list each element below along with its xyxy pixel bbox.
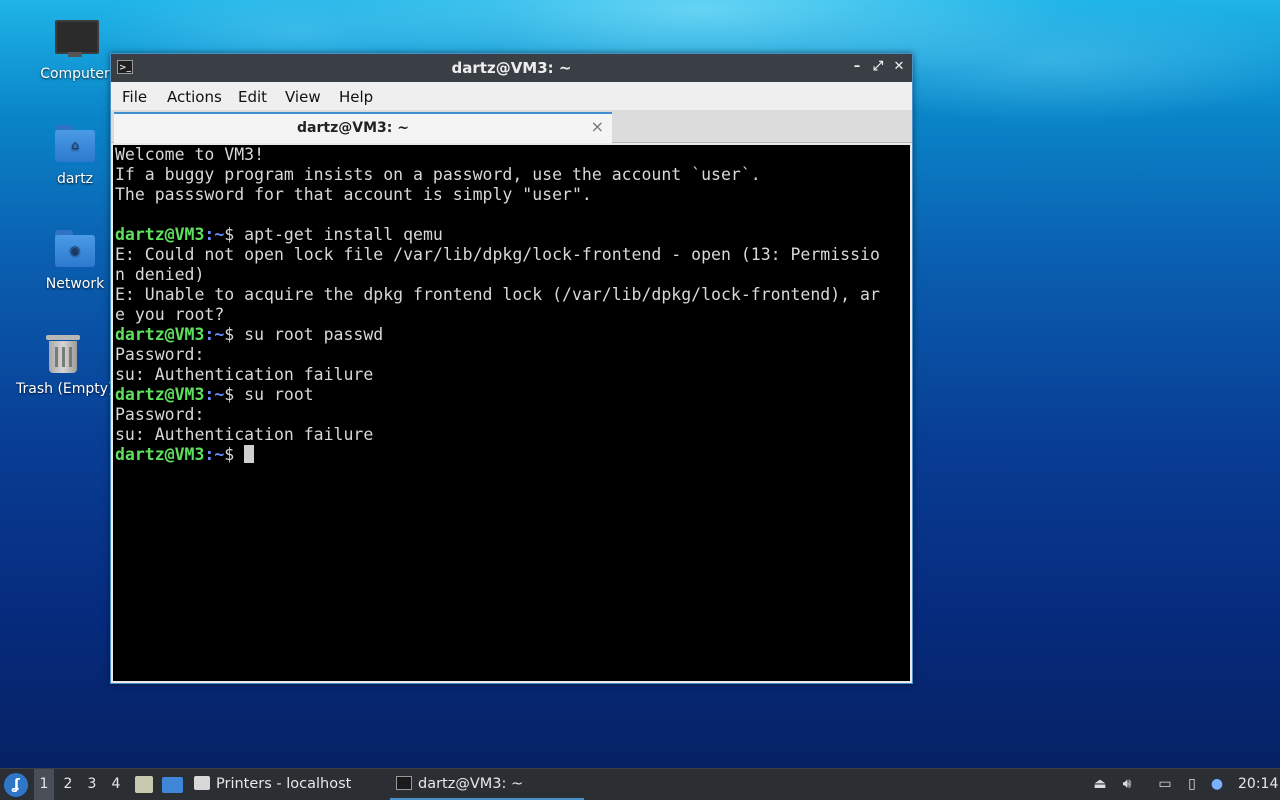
terminal-line: E: Could not open lock file /var/lib/dpk… xyxy=(115,245,880,264)
terminal-line: n denied) xyxy=(115,265,205,284)
workspace-3-button[interactable]: 3 xyxy=(82,769,102,800)
close-button[interactable]: ✕ xyxy=(890,58,908,76)
terminal-cursor xyxy=(244,445,255,463)
prompt-user: dartz@VM3 xyxy=(115,445,205,464)
terminal-line: su: Authentication failure xyxy=(115,365,374,384)
prompt-path: ~ xyxy=(214,225,225,244)
prompt-sep: : xyxy=(204,225,215,244)
workspace-2-button[interactable]: 2 xyxy=(58,769,78,800)
network-folder-icon: ◉ xyxy=(54,228,96,270)
prompt-sep: : xyxy=(204,325,215,344)
terminal-prompt-line: dartz@VM3:~$ su root passwd xyxy=(113,325,910,345)
terminal-window: >_ dartz@VM3: ~ – ⤢ ✕ File Actions Edit … xyxy=(110,53,913,684)
tab-bar: dartz@VM3: ~ × xyxy=(111,110,912,143)
desktop: Computer ⌂ dartz ◉ Network Trash (Empty)… xyxy=(0,0,1280,800)
start-menu-icon[interactable]: ʆ xyxy=(4,773,28,797)
prompt-char: $ xyxy=(224,385,235,404)
task-label: Printers - localhost xyxy=(216,776,352,792)
prompt-sep: : xyxy=(204,385,215,404)
terminal-output[interactable]: Welcome to VM3! If a buggy program insis… xyxy=(113,145,910,681)
trash-icon xyxy=(42,333,84,375)
prompt-char: $ xyxy=(224,225,235,244)
window-title: dartz@VM3: ~ xyxy=(451,59,572,77)
terminal-line: Password: xyxy=(115,405,205,424)
home-folder-icon: ⌂ xyxy=(54,123,96,165)
terminal-line: Password: xyxy=(115,345,205,364)
menubar: File Actions Edit View Help xyxy=(111,82,912,110)
menu-view[interactable]: View xyxy=(285,88,321,106)
workspace-1-button[interactable]: 1 xyxy=(34,769,54,800)
clipboard-icon[interactable]: ▯ xyxy=(1181,769,1203,800)
network-status-icon[interactable]: ▭ xyxy=(1154,769,1176,800)
task-label: dartz@VM3: ~ xyxy=(418,776,524,792)
clock[interactable]: 20:14 xyxy=(1238,769,1278,800)
maximize-button[interactable]: ⤢ xyxy=(869,58,887,76)
eject-icon[interactable]: ⏏ xyxy=(1089,769,1111,800)
terminal-command: su root passwd xyxy=(244,325,384,344)
tab-terminal[interactable]: dartz@VM3: ~ × xyxy=(114,112,612,143)
menu-edit[interactable]: Edit xyxy=(238,88,267,106)
show-desktop-icon[interactable] xyxy=(162,777,183,793)
terminal-command: apt-get install qemu xyxy=(244,225,443,244)
printer-icon xyxy=(194,776,210,790)
tab-close-icon[interactable]: × xyxy=(591,117,604,136)
menu-file[interactable]: File xyxy=(122,88,147,106)
terminal-prompt-line: dartz@VM3:~$ apt-get install qemu xyxy=(113,225,910,245)
prompt-user: dartz@VM3 xyxy=(115,385,205,404)
prompt-user: dartz@VM3 xyxy=(115,325,205,344)
taskbar: ʆ 1 2 3 4 Printers - localhost dartz@VM3… xyxy=(0,768,1280,800)
terminal-line: Welcome to VM3! xyxy=(115,145,265,164)
terminal-line: If a buggy program insists on a password… xyxy=(115,165,761,184)
window-titlebar[interactable]: >_ dartz@VM3: ~ – ⤢ ✕ xyxy=(111,54,912,82)
minimize-button[interactable]: – xyxy=(848,58,866,76)
terminal-icon xyxy=(396,776,412,790)
prompt-path: ~ xyxy=(214,445,225,464)
desktop-icon-trash[interactable]: Trash (Empty) xyxy=(16,333,110,397)
terminal-line: The passsword for that account is simply… xyxy=(115,185,592,204)
terminal-line: E: Unable to acquire the dpkg frontend l… xyxy=(115,285,880,304)
prompt-path: ~ xyxy=(214,325,225,344)
prompt-user: dartz@VM3 xyxy=(115,225,205,244)
menu-actions[interactable]: Actions xyxy=(167,88,222,106)
tab-label: dartz@VM3: ~ xyxy=(297,120,409,136)
task-printers[interactable]: Printers - localhost xyxy=(194,769,380,800)
desktop-icon-label: Trash (Empty) xyxy=(16,381,110,397)
workspace-4-button[interactable]: 4 xyxy=(106,769,126,800)
prompt-char: $ xyxy=(224,325,235,344)
computer-icon xyxy=(54,18,99,60)
task-terminal[interactable]: dartz@VM3: ~ xyxy=(390,769,584,800)
prompt-char: $ xyxy=(224,445,235,464)
terminal-prompt-line: dartz@VM3:~$ xyxy=(113,445,910,465)
volume-icon[interactable]: 🔊︎ xyxy=(1116,769,1138,800)
file-manager-launcher-icon[interactable] xyxy=(135,776,153,793)
prompt-path: ~ xyxy=(214,385,225,404)
prompt-sep: : xyxy=(204,445,215,464)
menu-help[interactable]: Help xyxy=(339,88,373,106)
terminal-line: su: Authentication failure xyxy=(115,425,374,444)
notification-icon[interactable]: ● xyxy=(1206,769,1228,800)
terminal-command: su root xyxy=(244,385,314,404)
terminal-line: e you root? xyxy=(115,305,225,324)
terminal-prompt-line: dartz@VM3:~$ su root xyxy=(113,385,910,405)
